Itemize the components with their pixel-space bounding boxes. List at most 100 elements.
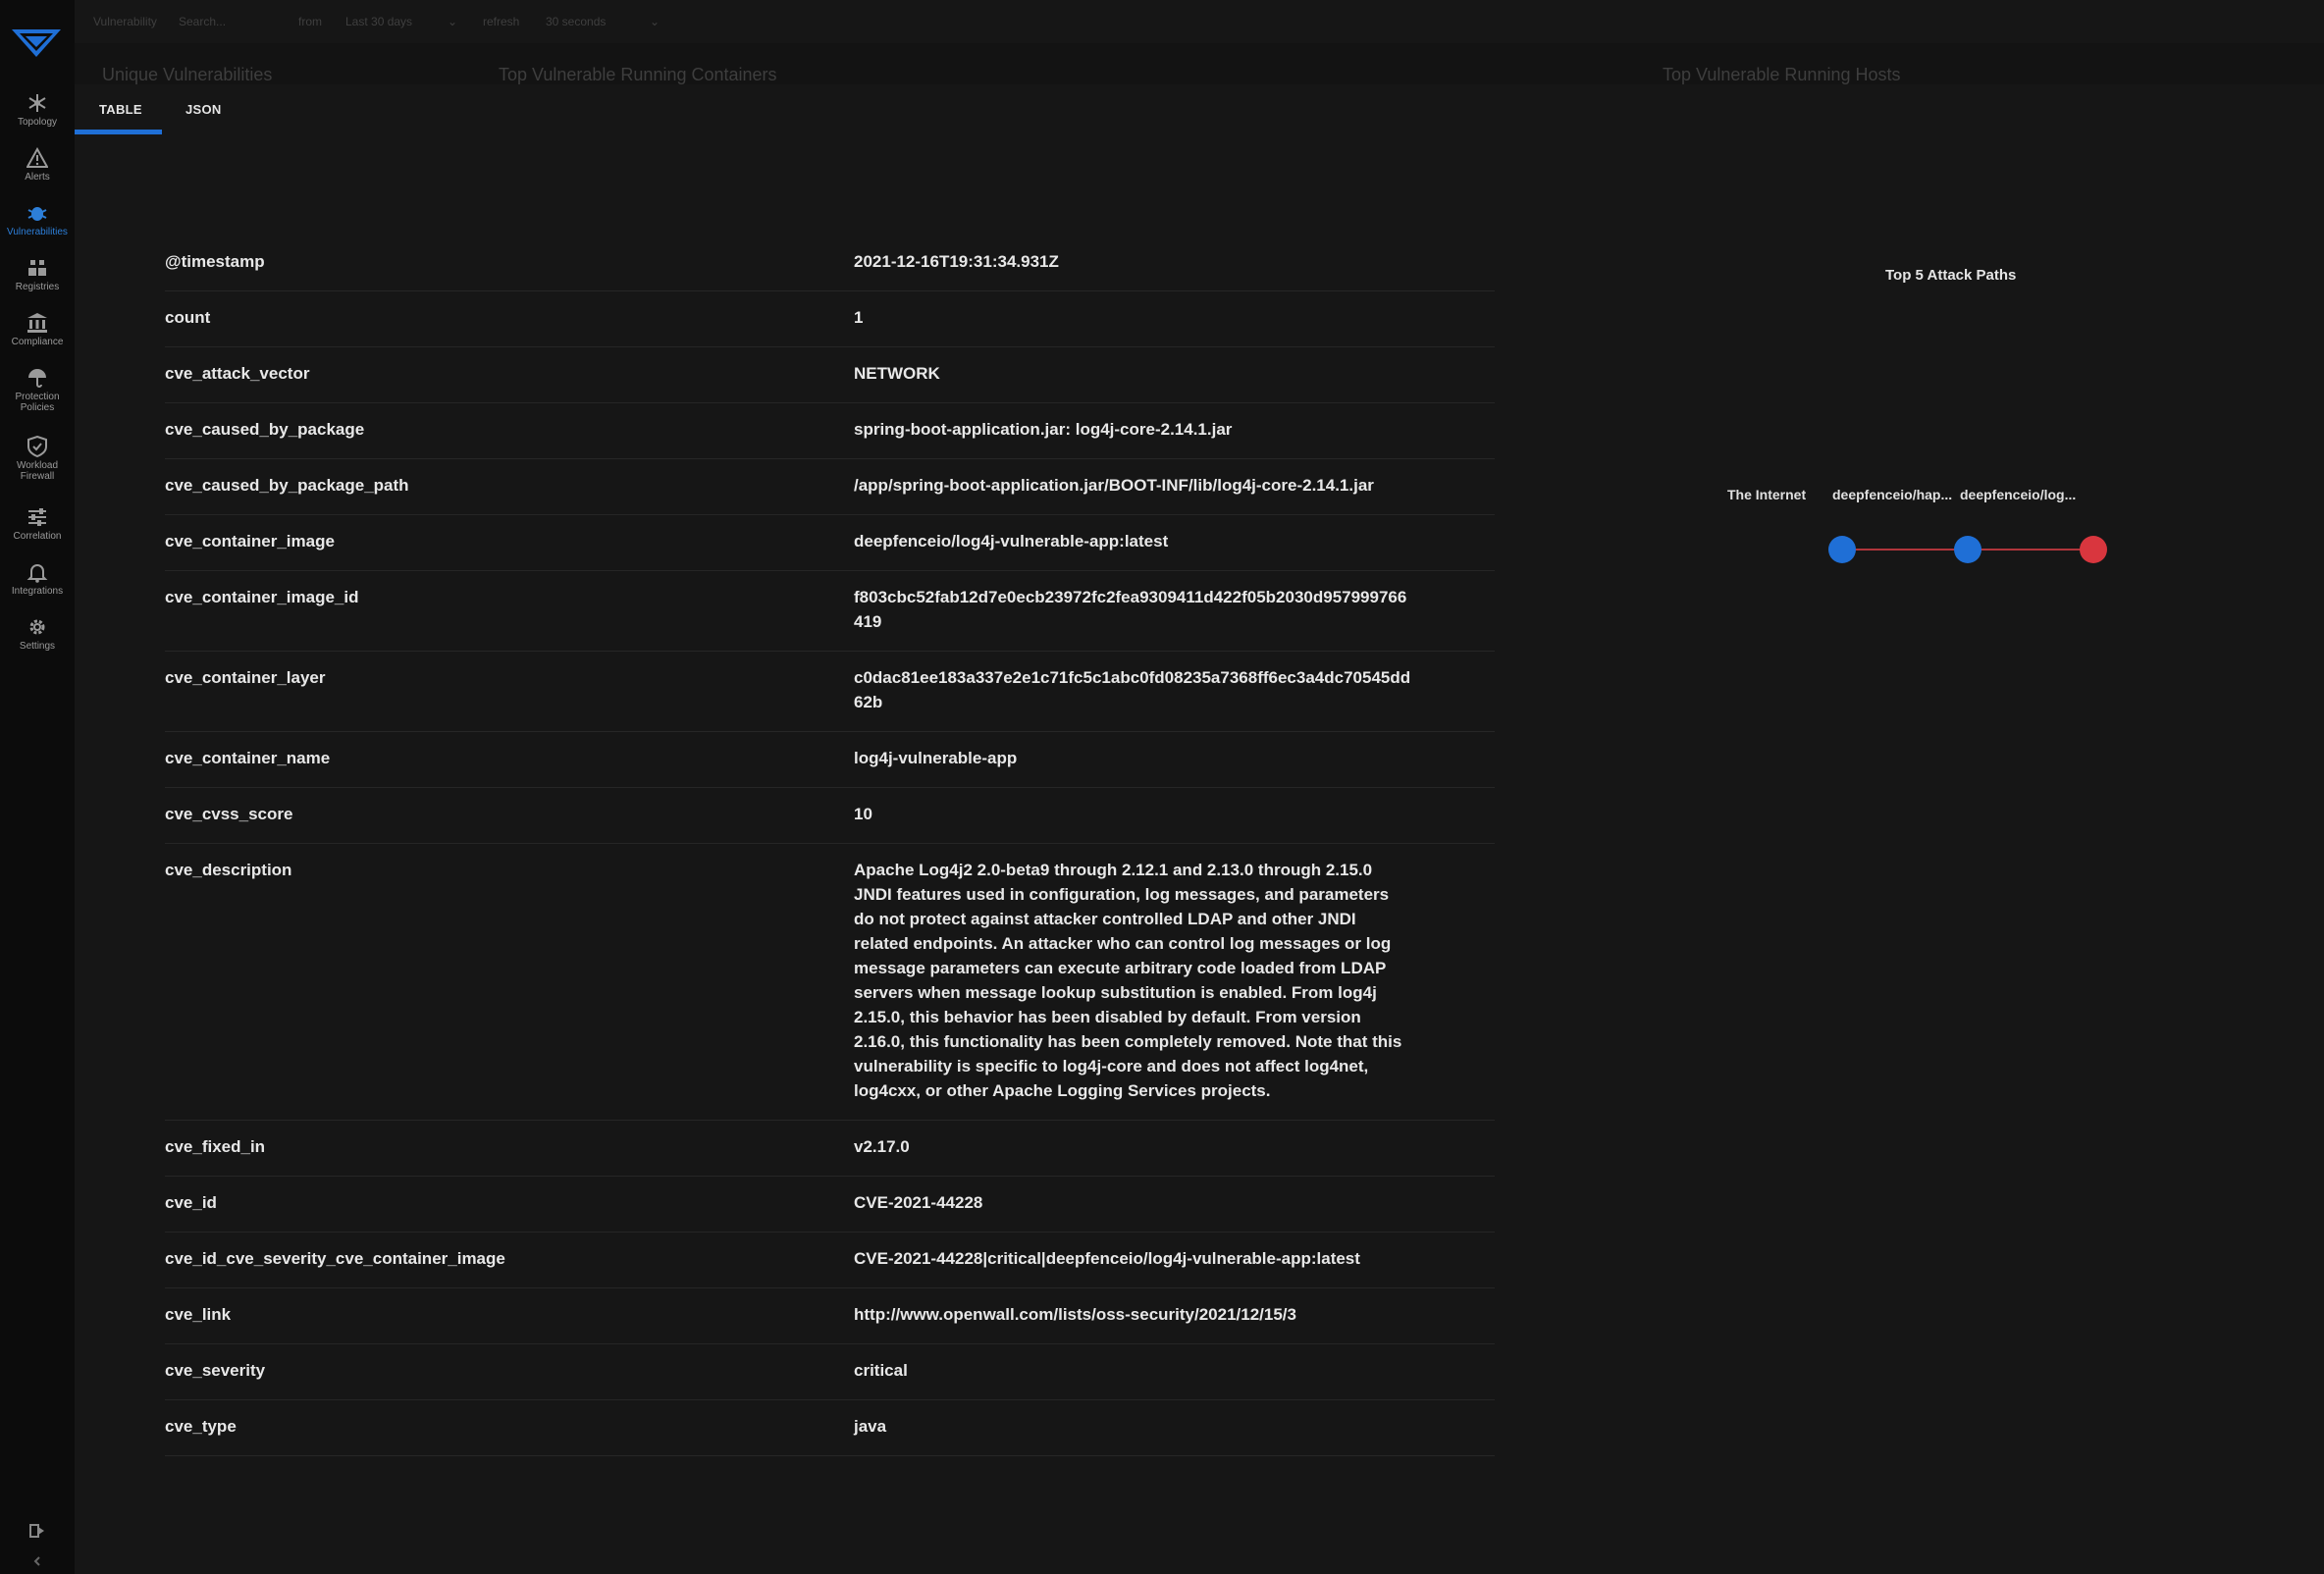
field-value: java <box>854 1417 887 1436</box>
node-label-internet: The Internet <box>1727 487 1807 502</box>
field-key: cve_caused_by_package_path <box>165 476 409 495</box>
nav-workload-firewall-label: Workload Firewall <box>16 460 59 482</box>
field-key: cve_fixed_in <box>165 1137 266 1156</box>
shield-icon <box>27 436 47 457</box>
field-value: v2.17.0 <box>854 1137 910 1156</box>
field-value: spring-boot-application.jar: log4j-core-… <box>854 420 1233 439</box>
nav-protection-policies-label: Protection Policies <box>15 392 60 413</box>
chevron-left-icon <box>33 1556 40 1566</box>
field-value: CVE-2021-44228|critical|deepfenceio/log4… <box>854 1249 1360 1268</box>
field-value: deepfenceio/log4j-vulnerable-app:latest <box>854 532 1169 551</box>
time-range-select[interactable]: Last 30 days <box>345 15 412 28</box>
bug-icon <box>27 207 47 221</box>
field-key: cve_attack_vector <box>165 364 310 383</box>
table-row: cve_caused_by_package spring-boot-applica… <box>165 403 1495 459</box>
field-value: 2021-12-16T19:31:34.931Z <box>854 252 1059 271</box>
field-key: count <box>165 308 211 327</box>
refresh-label: refresh <box>483 15 520 28</box>
unique-vulnerabilities-title: Unique Vulnerabilities <box>102 65 273 84</box>
attack-path-node-internet[interactable] <box>1828 536 1856 563</box>
table-row: cve_severity critical <box>165 1344 1495 1400</box>
field-key: cve_id <box>165 1193 217 1212</box>
nav-settings-label: Settings <box>19 641 56 652</box>
field-value: http://www.openwall.com/lists/oss-securi… <box>854 1305 1296 1324</box>
tab-json[interactable]: JSON <box>185 102 222 117</box>
nav-correlation[interactable]: Correlation <box>0 506 75 542</box>
nav-compliance[interactable]: Compliance <box>0 312 75 347</box>
sliders-icon <box>28 508 46 526</box>
table-row: cve_container_layer c0dac81ee183a337e2e1c… <box>165 652 1495 732</box>
field-key: @timestamp <box>165 252 265 271</box>
table-row: cve_container_name log4j-vulnerable-app <box>165 732 1495 788</box>
table-row: cve_container_image deepfenceio/log4j-vul… <box>165 515 1495 571</box>
view-tabs: TABLE JSON <box>75 84 663 137</box>
logout-button[interactable] <box>22 1523 53 1544</box>
nav-alerts[interactable]: Alerts <box>0 147 75 183</box>
vulnerability-detail-panel: TABLE JSON @timestamp 2021-12-16T19:31:34… <box>75 84 2324 1574</box>
nav-vulnerabilities[interactable]: Vulnerabilities <box>0 202 75 237</box>
field-key: cve_container_image <box>165 532 335 551</box>
alert-icon <box>26 147 48 168</box>
umbrella-icon <box>28 369 46 388</box>
attack-path-node-container[interactable] <box>1954 536 1981 563</box>
tab-table[interactable]: TABLE <box>99 102 142 117</box>
search-input[interactable]: Search... <box>179 15 226 28</box>
nav-alerts-label: Alerts <box>25 172 50 183</box>
node-label-container: deepfenceio/hap... <box>1832 487 1953 502</box>
field-key: cve_description <box>165 861 292 879</box>
nav-correlation-label: Correlation <box>13 531 62 542</box>
vulnerability-fields-table: @timestamp 2021-12-16T19:31:34.931Z count 1… <box>165 236 1495 1456</box>
nav-settings[interactable]: Settings <box>0 616 75 652</box>
nav-workload-firewall[interactable]: Workload Firewall <box>0 436 75 482</box>
gear-icon <box>29 619 45 635</box>
nav-registries[interactable]: Registries <box>0 257 75 292</box>
table-row: @timestamp 2021-12-16T19:31:34.931Z <box>165 236 1495 291</box>
node-label-vulnerable-app: deepfenceio/log... <box>1960 487 2077 502</box>
bank-icon <box>27 313 47 333</box>
field-key: cve_severity <box>165 1361 266 1380</box>
field-value: 10 <box>854 805 872 823</box>
attack-path-graph <box>1828 536 2107 563</box>
field-key: cve_container_layer <box>165 668 326 687</box>
field-key: cve_cvss_score <box>165 805 293 823</box>
table-row: count 1 <box>165 291 1495 347</box>
chevron-down-icon: ⌄ <box>650 15 660 28</box>
field-value: log4j-vulnerable-app <box>854 749 1018 767</box>
field-key: cve_type <box>165 1417 237 1436</box>
nav-integrations[interactable]: Integrations <box>0 561 75 597</box>
attack-path-node-vulnerable-app[interactable] <box>2080 536 2107 563</box>
nav-topology[interactable]: Topology <box>0 92 75 128</box>
top-hosts-title: Top Vulnerable Running Hosts <box>1663 65 1901 84</box>
field-key: cve_link <box>165 1305 232 1324</box>
field-key: cve_container_name <box>165 749 331 767</box>
attack-paths-title: Top 5 Attack Paths <box>1885 267 2017 284</box>
field-key: cve_caused_by_package <box>165 420 365 439</box>
topology-icon <box>28 94 46 112</box>
field-key: cve_container_image_id <box>165 588 359 606</box>
table-row: cve_link http://www.openwall.com/lists/os… <box>165 1288 1495 1344</box>
from-label: from <box>298 15 322 28</box>
chevron-down-icon: ⌄ <box>448 15 458 28</box>
nav-compliance-label: Compliance <box>11 337 64 347</box>
field-value: f803cbc52fab12d7e0ecb23972fc2fea9309411d… <box>854 588 1407 631</box>
vulnerability-filter-label: Vulnerability <box>93 15 157 28</box>
table-row: cve_container_image_id f803cbc52fab12d7e0… <box>165 571 1495 652</box>
field-value: /app/spring-boot-application.jar/BOOT-IN… <box>854 476 1374 495</box>
collapse-sidebar-button[interactable] <box>22 1554 53 1572</box>
nav-integrations-label: Integrations <box>11 586 64 597</box>
field-value: CVE-2021-44228 <box>854 1193 983 1212</box>
field-value: Apache Log4j2 2.0-beta9 through 2.12.1 a… <box>854 861 1402 1100</box>
refresh-interval-select[interactable]: 30 seconds <box>546 15 606 28</box>
field-value: NETWORK <box>854 364 940 383</box>
table-row: cve_type java <box>165 1400 1495 1456</box>
sidebar: Topology Alerts Vulnerabilities Registri… <box>0 0 75 1574</box>
field-key: cve_id_cve_severity_cve_container_image <box>165 1249 505 1268</box>
registries-icon <box>28 260 46 276</box>
field-value: 1 <box>854 308 864 327</box>
nav-registries-label: Registries <box>15 282 60 292</box>
deepfence-logo[interactable] <box>10 26 63 59</box>
nav-vulnerabilities-label: Vulnerabilities <box>7 227 68 237</box>
active-tab-indicator <box>75 130 162 134</box>
nav-protection-policies[interactable]: Protection Policies <box>0 367 75 413</box>
field-value: critical <box>854 1361 908 1380</box>
